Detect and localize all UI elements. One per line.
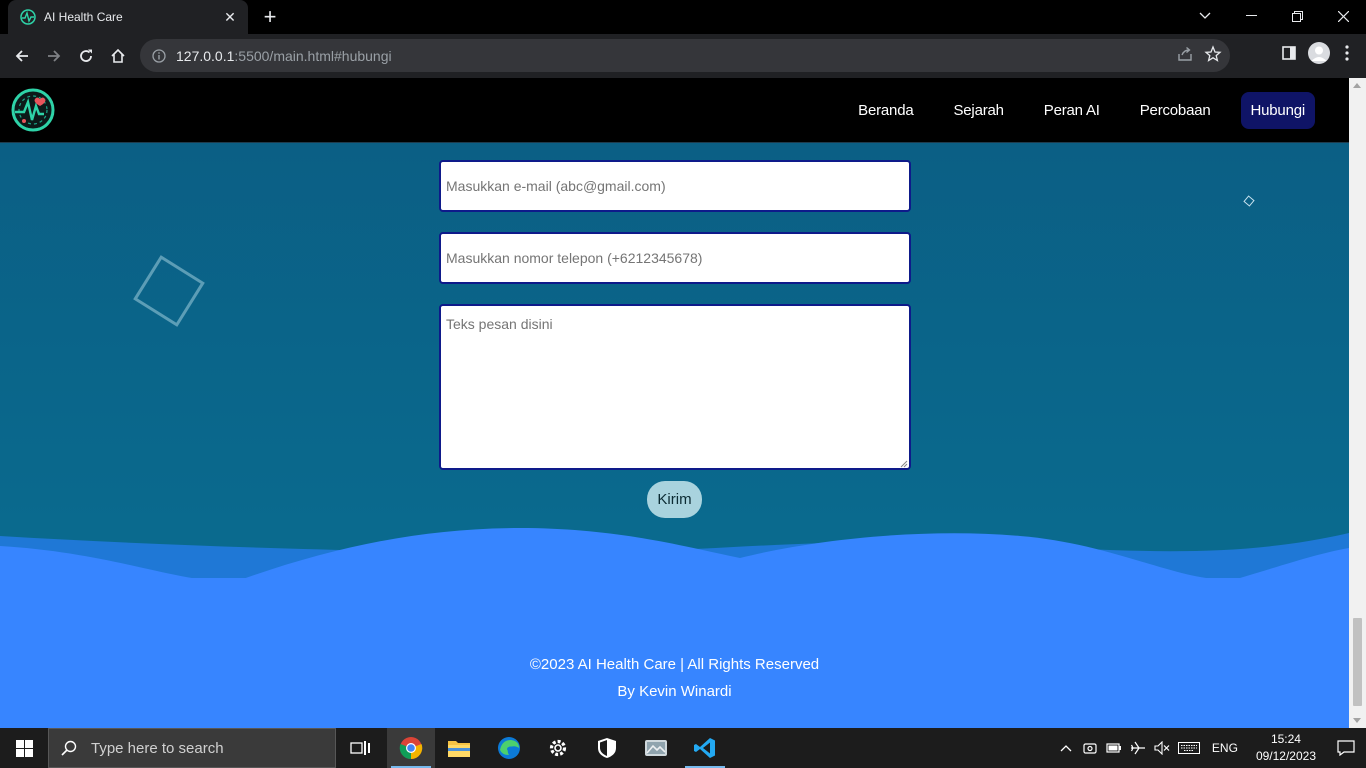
tab-search-icon[interactable] — [1182, 0, 1228, 32]
footer: ©2023 AI Health Care | All Rights Reserv… — [0, 578, 1349, 728]
edge-icon[interactable] — [485, 728, 533, 768]
ai-health-care-logo[interactable] — [10, 87, 56, 133]
windows-taskbar: Type here to search ENG 15:24 09/12/2023 — [0, 728, 1366, 768]
page-scrollbar[interactable] — [1349, 78, 1366, 728]
browser-tabstrip: AI Health Care ✕ + — [0, 0, 1366, 34]
chrome-taskbar-icon[interactable] — [387, 728, 435, 768]
decorative-small-square — [1243, 195, 1255, 207]
nav-peran-ai[interactable]: Peran AI — [1034, 92, 1110, 129]
input-language[interactable]: ENG — [1204, 741, 1246, 755]
battery-icon[interactable] — [1102, 728, 1126, 768]
scrollbar-thumb[interactable] — [1353, 618, 1362, 706]
share-icon[interactable] — [1176, 45, 1194, 68]
taskbar-search[interactable]: Type here to search — [48, 728, 336, 768]
site-navbar: Beranda Sejarah Peran AI Percobaan Hubun… — [0, 78, 1349, 143]
image-app-icon[interactable] — [632, 728, 680, 768]
reload-icon[interactable] — [70, 40, 102, 72]
tab-title: AI Health Care — [44, 10, 123, 24]
submit-button[interactable]: Kirim — [647, 481, 702, 518]
vscode-icon[interactable] — [681, 728, 729, 768]
system-tray: ENG 15:24 09/12/2023 — [1054, 728, 1366, 768]
main-nav: Beranda Sejarah Peran AI Percobaan Hubun… — [848, 92, 1315, 129]
windows-start-icon[interactable] — [0, 728, 48, 768]
airplane-mode-icon[interactable] — [1126, 728, 1150, 768]
minimize-icon[interactable] — [1228, 0, 1274, 32]
profile-avatar[interactable] — [1308, 42, 1330, 64]
url-host: 127.0.0.1 — [176, 47, 235, 64]
clock-time: 15:24 — [1270, 732, 1301, 746]
nav-hubungi[interactable]: Hubungi — [1240, 92, 1315, 129]
taskbar-search-placeholder: Type here to search — [91, 739, 224, 757]
decorative-square — [133, 255, 205, 327]
side-panel-icon[interactable] — [1276, 40, 1302, 66]
window-controls — [1182, 0, 1366, 32]
notification-icon[interactable] — [1326, 728, 1366, 768]
settings-gear-icon[interactable] — [534, 728, 582, 768]
scroll-up-icon[interactable] — [1353, 83, 1361, 88]
task-view-icon[interactable] — [336, 728, 384, 768]
scroll-down-icon[interactable] — [1353, 718, 1361, 723]
restore-icon[interactable] — [1274, 0, 1320, 32]
url-path: :5500/main.html#hubungi — [234, 47, 392, 64]
home-icon[interactable] — [102, 40, 134, 72]
forward-icon[interactable] — [38, 40, 70, 72]
back-icon[interactable] — [6, 40, 38, 72]
close-tab-icon[interactable]: ✕ — [222, 9, 238, 25]
nav-beranda[interactable]: Beranda — [848, 92, 923, 129]
page-viewport: Kirim ©2023 AI Health Care | All Rights … — [0, 78, 1366, 728]
email-input[interactable] — [439, 160, 911, 212]
resize-grip-icon[interactable] — [898, 458, 908, 468]
ai-health-care-favicon — [20, 9, 36, 25]
browser-tab[interactable]: AI Health Care ✕ — [8, 0, 248, 34]
clock-date: 09/12/2023 — [1255, 749, 1316, 763]
file-explorer-icon[interactable] — [435, 728, 483, 768]
new-tab-icon[interactable]: + — [258, 6, 282, 28]
search-icon — [61, 740, 77, 756]
url-text: 127.0.0.1:5500/main.html#hubungi — [176, 48, 392, 64]
bookmark-star-icon[interactable] — [1204, 45, 1222, 68]
meet-now-icon[interactable] — [1078, 728, 1102, 768]
address-bar[interactable]: 127.0.0.1:5500/main.html#hubungi — [140, 39, 1230, 72]
message-textarea[interactable] — [439, 304, 911, 470]
footer-copyright: ©2023 AI Health Care | All Rights Reserv… — [529, 656, 820, 673]
close-window-icon[interactable] — [1320, 0, 1366, 32]
nav-percobaan[interactable]: Percobaan — [1130, 92, 1221, 129]
nav-sejarah[interactable]: Sejarah — [943, 92, 1013, 129]
phone-input[interactable] — [439, 232, 911, 284]
site-info-icon[interactable] — [142, 48, 176, 63]
chevron-up-icon[interactable] — [1054, 728, 1078, 768]
keyboard-icon[interactable] — [1174, 728, 1204, 768]
system-clock[interactable]: 15:24 09/12/2023 — [1246, 731, 1326, 765]
menu-kebab-icon[interactable] — [1336, 40, 1358, 66]
security-shield-icon[interactable] — [583, 728, 631, 768]
volume-muted-icon[interactable] — [1150, 728, 1174, 768]
footer-author: By Kevin Winardi — [617, 683, 732, 700]
page-content: Kirim ©2023 AI Health Care | All Rights … — [0, 78, 1349, 728]
browser-toolbar: 127.0.0.1:5500/main.html#hubungi — [0, 34, 1366, 78]
